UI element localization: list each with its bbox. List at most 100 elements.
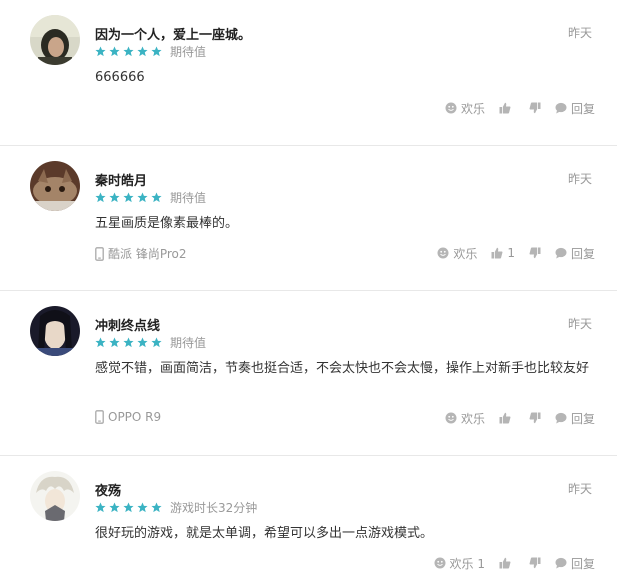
star-icon: [151, 191, 162, 202]
device-name: 酷派 锋尚Pro2: [108, 247, 187, 261]
avatar[interactable]: [30, 15, 80, 65]
happy-label: 欢乐: [460, 411, 485, 426]
reply-bubble-icon: [555, 557, 567, 569]
smile-icon: [445, 412, 457, 424]
avatar[interactable]: [30, 306, 80, 356]
like-count: 1: [507, 246, 515, 260]
star-icon: [123, 191, 134, 202]
thumbs-down-icon: [529, 557, 541, 569]
happy-label: 欢乐: [460, 101, 485, 116]
reply-label: 回复: [570, 101, 595, 116]
phone-icon: [95, 246, 104, 261]
thumbs-down-icon: [529, 247, 541, 259]
like-button[interactable]: [499, 557, 515, 569]
smile-icon: [445, 102, 457, 114]
device-info: OPPO R9: [95, 410, 161, 424]
comment-time: 昨天: [567, 317, 592, 331]
rating-row: 期待值: [95, 189, 206, 205]
dislike-button[interactable]: [529, 412, 541, 424]
reply-button[interactable]: 回复: [555, 100, 595, 117]
smile-icon: [437, 247, 449, 259]
thumbs-up-icon: [499, 412, 511, 424]
comment-item: 冲刺终点线 昨天 期待值 感觉不错，画面简洁，节奏也挺合适，不会太快也不会太慢，…: [0, 291, 617, 456]
like-button[interactable]: 1: [491, 246, 515, 260]
smile-icon: [434, 557, 446, 569]
comment-actions: 欢乐 1 回复: [437, 245, 595, 261]
reply-button[interactable]: 回复: [555, 410, 595, 427]
happy-label: 欢乐 1: [449, 556, 485, 571]
thumbs-up-icon: [491, 247, 503, 259]
comment-text: 感觉不错，画面简洁，节奏也挺合适，不会太快也不会太慢，操作上对新手也比较友好: [95, 361, 590, 376]
star-icon: [95, 45, 106, 56]
reply-button[interactable]: 回复: [555, 555, 595, 572]
phone-icon: [95, 410, 104, 424]
reply-button[interactable]: 回复: [555, 245, 595, 262]
happy-label: 欢乐: [453, 246, 478, 261]
rating-label: 期待值: [170, 44, 207, 59]
happy-button[interactable]: 欢乐: [445, 100, 485, 117]
star-icon: [137, 336, 148, 347]
star-icon: [137, 501, 148, 512]
rating-label: 期待值: [170, 335, 207, 350]
like-button[interactable]: [499, 412, 515, 424]
thumbs-up-icon: [499, 557, 511, 569]
star-icon: [137, 191, 148, 202]
comment-time: 昨天: [567, 482, 592, 496]
star-icon: [109, 501, 120, 512]
star-icon: [95, 191, 106, 202]
reply-label: 回复: [570, 246, 595, 261]
reply-label: 回复: [570, 556, 595, 571]
comment-actions: 欢乐 1 回复: [434, 555, 595, 571]
star-icon: [109, 336, 120, 347]
username[interactable]: 冲刺终点线: [95, 315, 160, 334]
comment-item: 夜殇 昨天 游戏时长32分钟 很好玩的游戏，就是太单调，希望可以多出一点游戏模式…: [0, 456, 617, 577]
device-name: OPPO R9: [108, 410, 162, 424]
rating-row: 期待值: [95, 334, 206, 350]
thumbs-down-icon: [529, 102, 541, 114]
dislike-button[interactable]: [529, 102, 541, 114]
star-icon: [151, 336, 162, 347]
play-time-label: 游戏时长32分钟: [170, 500, 258, 515]
reply-bubble-icon: [555, 247, 567, 259]
comment-time: 昨天: [567, 172, 592, 186]
rating-label: 期待值: [170, 190, 207, 205]
dislike-button[interactable]: [529, 557, 541, 569]
avatar[interactable]: [30, 471, 80, 521]
star-icon: [123, 501, 134, 512]
comment-text: 很好玩的游戏，就是太单调，希望可以多出一点游戏模式。: [95, 526, 434, 541]
reply-label: 回复: [570, 411, 595, 426]
star-icon: [151, 501, 162, 512]
happy-button[interactable]: 欢乐 1: [434, 555, 485, 572]
like-button[interactable]: [499, 102, 515, 114]
comment-actions: 欢乐 回复: [445, 410, 595, 426]
star-icon: [151, 45, 162, 56]
avatar[interactable]: [30, 161, 80, 211]
star-rating: [95, 191, 162, 203]
star-icon: [95, 336, 106, 347]
happy-button[interactable]: 欢乐: [437, 245, 477, 262]
comment-time: 昨天: [567, 26, 592, 40]
star-icon: [137, 45, 148, 56]
rating-row: 期待值: [95, 43, 206, 59]
username[interactable]: 因为一个人，爱上一座城。: [95, 24, 251, 43]
star-icon: [123, 336, 134, 347]
star-icon: [95, 501, 106, 512]
device-info: 酷派 锋尚Pro2: [95, 245, 187, 262]
username[interactable]: 秦时皓月: [95, 170, 147, 189]
star-rating: [95, 501, 162, 513]
rating-row: 游戏时长32分钟: [95, 499, 257, 515]
username[interactable]: 夜殇: [95, 480, 121, 499]
comment-item: 因为一个人，爱上一座城。 昨天 期待值 666666 欢乐 回复: [0, 0, 617, 146]
star-icon: [123, 45, 134, 56]
star-icon: [109, 191, 120, 202]
thumbs-up-icon: [499, 102, 511, 114]
comment-text: 666666: [95, 70, 145, 85]
comment-text: 五星画质是像素最棒的。: [95, 216, 239, 231]
reply-bubble-icon: [555, 412, 567, 424]
thumbs-down-icon: [529, 412, 541, 424]
star-rating: [95, 45, 162, 57]
happy-button[interactable]: 欢乐: [445, 410, 485, 427]
dislike-button[interactable]: [529, 247, 541, 259]
star-icon: [109, 45, 120, 56]
star-rating: [95, 336, 162, 348]
